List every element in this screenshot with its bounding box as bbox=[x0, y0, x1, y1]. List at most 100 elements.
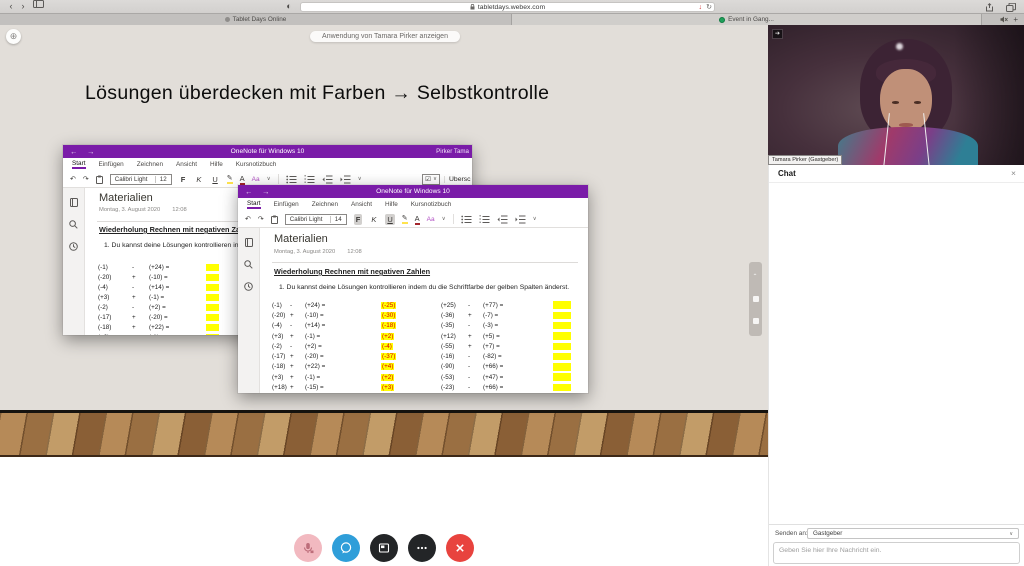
menu-start[interactable]: Start bbox=[72, 160, 86, 169]
redo-icon[interactable]: ↷ bbox=[258, 215, 264, 223]
math-cell-op: + bbox=[290, 312, 305, 319]
chevron-down-icon[interactable]: ∨ bbox=[267, 176, 271, 182]
notebooks-icon[interactable] bbox=[244, 238, 254, 247]
menu-start[interactable]: Start bbox=[247, 200, 261, 209]
menu-kursnotizbuch[interactable]: Kursnotizbuch bbox=[236, 161, 277, 168]
highlighter-button[interactable]: ✎ bbox=[227, 174, 233, 184]
menu-hilfe[interactable]: Hilfe bbox=[210, 161, 223, 168]
download-icon[interactable]: ↓ bbox=[699, 3, 703, 12]
tab-event[interactable]: Event in Gang... bbox=[512, 14, 982, 25]
numbered-list-icon[interactable] bbox=[479, 215, 490, 224]
font-color-button[interactable]: A bbox=[240, 174, 245, 185]
bold-button[interactable]: F bbox=[179, 174, 188, 185]
mute-mic-button[interactable] bbox=[294, 534, 322, 562]
menu-einfuegen[interactable]: Einfügen bbox=[274, 201, 299, 208]
recent-icon[interactable] bbox=[244, 282, 253, 291]
undo-icon[interactable]: ↶ bbox=[245, 215, 251, 223]
todo-tag-button[interactable]: ☑ ∨ bbox=[422, 174, 440, 185]
annotation-target-button[interactable]: ⊕ bbox=[6, 29, 21, 44]
leave-meeting-button[interactable] bbox=[446, 534, 474, 562]
font-picker[interactable]: Calibri Light 12 bbox=[110, 174, 172, 185]
tab-tablet-days[interactable]: Tablet Days Online bbox=[0, 14, 512, 25]
titlebar[interactable]: ← → OneNote für Windows 10 Pirker Tama bbox=[63, 145, 472, 158]
menu-hilfe[interactable]: Hilfe bbox=[385, 201, 398, 208]
clipboard-icon[interactable] bbox=[96, 175, 103, 184]
italic-button[interactable]: K bbox=[369, 214, 378, 225]
menu-zeichnen[interactable]: Zeichnen bbox=[137, 161, 163, 168]
math-cell-b: (+22) = bbox=[305, 363, 381, 370]
tab-audio-icon[interactable] bbox=[1000, 16, 1008, 23]
chat-button[interactable] bbox=[332, 534, 360, 562]
italic-button[interactable]: K bbox=[194, 174, 203, 185]
redo-icon[interactable]: ↷ bbox=[83, 175, 89, 183]
outdent-icon[interactable] bbox=[322, 175, 333, 184]
search-icon[interactable] bbox=[69, 220, 78, 229]
format-painter-button[interactable]: Aa bbox=[252, 176, 260, 183]
menu-ansicht[interactable]: Ansicht bbox=[351, 201, 372, 208]
heading-style-button[interactable]: Übersc bbox=[444, 176, 474, 183]
close-icon[interactable]: × bbox=[1011, 168, 1016, 178]
indent-icon[interactable] bbox=[340, 175, 351, 184]
answer-highlight-box bbox=[206, 334, 219, 336]
sidebar-icon[interactable] bbox=[33, 0, 44, 13]
notebooks-icon[interactable] bbox=[69, 198, 79, 207]
more-options-button[interactable] bbox=[408, 534, 436, 562]
indent-icon[interactable] bbox=[515, 215, 526, 224]
panel-icon[interactable] bbox=[753, 296, 759, 302]
math-row: (-4)-(+14) =(-18)(-35)-(-3) = bbox=[260, 321, 588, 331]
reload-icon[interactable]: ↻ bbox=[706, 3, 712, 12]
math-cell-op: + bbox=[290, 363, 305, 370]
underline-button[interactable]: U bbox=[385, 214, 394, 225]
bullet-list-icon[interactable] bbox=[461, 215, 472, 224]
back-icon[interactable]: ‹ bbox=[6, 0, 16, 13]
highlighter-button[interactable]: ✎ bbox=[402, 214, 408, 224]
reader-mode-icon[interactable]: ◐ bbox=[283, 0, 295, 13]
math-cell-a2: (-53) bbox=[441, 374, 468, 381]
webcam-video[interactable]: ➔ Tamara Pirker (Gastgeber) bbox=[768, 25, 1024, 165]
clipboard-icon[interactable] bbox=[271, 215, 278, 224]
onenote-window-2: ← → OneNote für Windows 10 Start Einfüge… bbox=[238, 185, 588, 393]
bold-button[interactable]: F bbox=[354, 214, 363, 225]
panel-icon[interactable] bbox=[753, 318, 759, 324]
menu-kursnotizbuch[interactable]: Kursnotizbuch bbox=[411, 201, 452, 208]
answer-highlight-box bbox=[553, 301, 571, 309]
menu-zeichnen[interactable]: Zeichnen bbox=[312, 201, 338, 208]
math-cell-b: (-1) = bbox=[149, 334, 206, 336]
forward-icon[interactable]: › bbox=[18, 0, 28, 13]
new-tab-icon[interactable]: + bbox=[1013, 15, 1018, 25]
menu-ansicht[interactable]: Ansicht bbox=[176, 161, 197, 168]
math-cell-a2: (-55) bbox=[441, 343, 468, 350]
math-cell-b: (+14) = bbox=[305, 322, 381, 329]
onenote-page[interactable]: Materialien Montag, 3. August 2020 12:08… bbox=[260, 228, 588, 393]
chevron-down-icon[interactable]: ∨ bbox=[533, 216, 537, 222]
font-picker[interactable]: Calibri Light 14 bbox=[285, 214, 347, 225]
titlebar[interactable]: ← → OneNote für Windows 10 bbox=[238, 185, 588, 198]
tab-overview-icon[interactable] bbox=[1006, 3, 1016, 12]
popout-icon[interactable]: ➔ bbox=[772, 29, 783, 39]
answer-highlight-box bbox=[206, 274, 219, 281]
url-bar[interactable]: tabletdays.webex.com ↓ ↻ bbox=[300, 2, 715, 12]
math-row: (-17)+(-20) =(-37)(-16)-(-82) = bbox=[260, 351, 588, 361]
numbered-list-icon[interactable] bbox=[304, 175, 315, 184]
window-title: OneNote für Windows 10 bbox=[238, 185, 588, 198]
math-cell-op2: + bbox=[468, 312, 483, 319]
outdent-icon[interactable] bbox=[497, 215, 508, 224]
share-icon[interactable] bbox=[985, 3, 994, 12]
search-icon[interactable] bbox=[244, 260, 253, 269]
format-painter-button[interactable]: Aa bbox=[427, 216, 435, 223]
underline-button[interactable]: U bbox=[210, 174, 219, 185]
math-cell-op: + bbox=[132, 274, 149, 281]
font-color-button[interactable]: A bbox=[415, 214, 420, 225]
annotation-side-toolbar[interactable]: ⌃ bbox=[749, 262, 762, 336]
undo-icon[interactable]: ↶ bbox=[70, 175, 76, 183]
collapse-icon[interactable]: ⌃ bbox=[753, 274, 759, 280]
share-application-button[interactable] bbox=[370, 534, 398, 562]
chat-message-input[interactable] bbox=[773, 542, 1020, 564]
recent-icon[interactable] bbox=[69, 242, 78, 251]
send-to-select[interactable]: Gastgeber ∨ bbox=[807, 528, 1019, 539]
menu-einfuegen[interactable]: Einfügen bbox=[99, 161, 124, 168]
bullet-list-icon[interactable] bbox=[286, 175, 297, 184]
chevron-down-icon[interactable]: ∨ bbox=[442, 216, 446, 222]
chevron-down-icon[interactable]: ∨ bbox=[358, 176, 362, 182]
math-cell-op: + bbox=[290, 374, 305, 381]
